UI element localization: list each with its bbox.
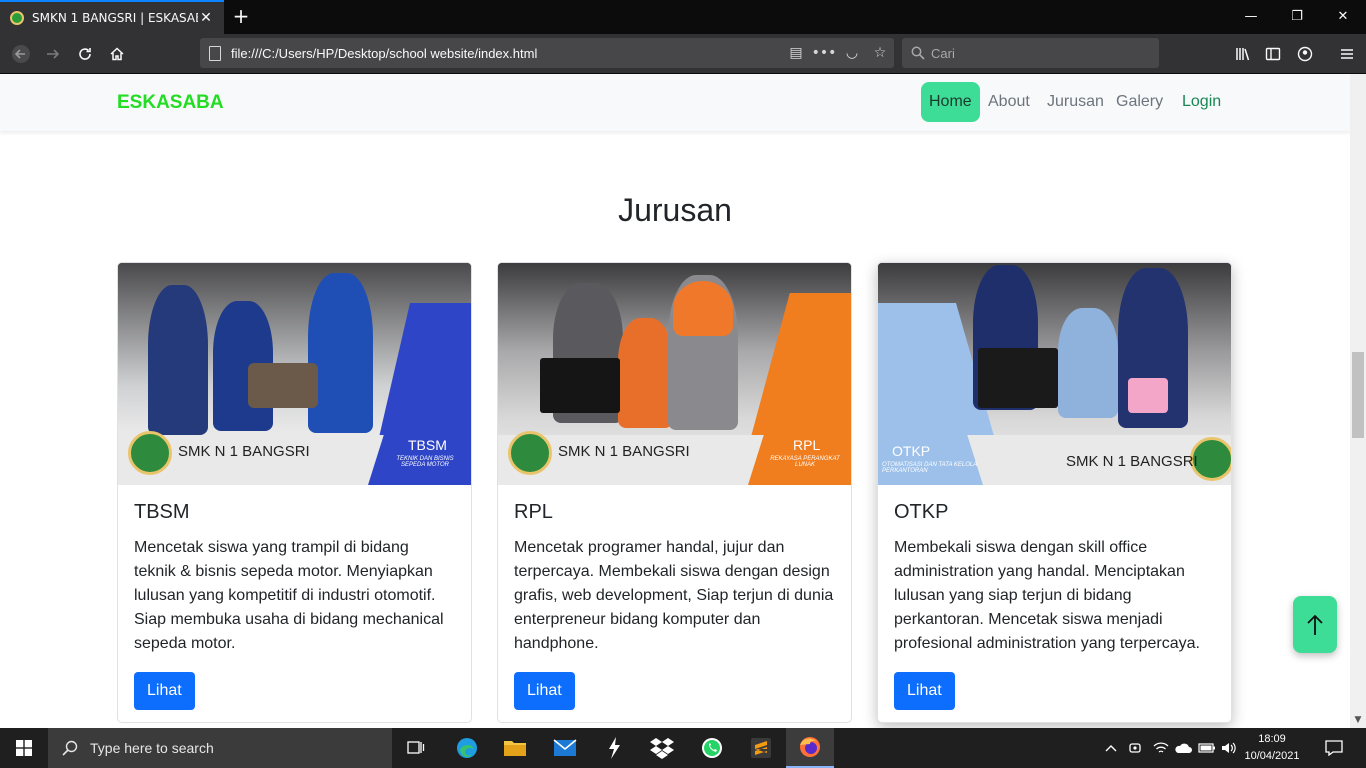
account-icon[interactable]	[1290, 39, 1320, 69]
windows-taskbar: Type here to search 18:09 10/04/2021	[0, 728, 1366, 768]
lihat-button-rpl[interactable]: Lihat	[514, 672, 575, 710]
home-icon[interactable]	[102, 39, 132, 69]
file-explorer-icon[interactable]	[491, 728, 539, 768]
task-view-icon[interactable]	[392, 728, 440, 768]
onedrive-icon[interactable]	[1172, 728, 1194, 768]
card-image-tbsm: SMK N 1 BANGSRI TBSM TEKNIK DAN BISNIS S…	[118, 263, 471, 485]
menu-icon[interactable]	[1332, 39, 1362, 69]
tab-title: SMKN 1 BANGSRI | ESKASABA	[32, 11, 198, 25]
dropbox-icon[interactable]	[638, 728, 686, 768]
edge-browser-icon[interactable]	[443, 728, 491, 768]
page-viewport: ESKASABA Home About Jurusan Galery Login…	[0, 74, 1350, 728]
card-text: Membekali siswa dengan skill office admi…	[894, 539, 1200, 652]
image-dept-code: RPL	[793, 437, 821, 453]
image-school-name: SMK N 1 BANGSRI	[178, 443, 310, 460]
browser-tab[interactable]: SMKN 1 BANGSRI | ESKASABA ✕	[0, 0, 224, 34]
scroll-down-arrow-icon[interactable]: ▼	[1350, 712, 1366, 728]
card-text: Mencetak programer handal, jujur dan ter…	[514, 539, 834, 652]
card-otkp: SMK N 1 BANGSRI OTKP OTOMATISASI DAN TAT…	[877, 262, 1232, 723]
sidebar-icon[interactable]	[1258, 39, 1288, 69]
card-text: Mencetak siswa yang trampil di bidang te…	[134, 539, 444, 652]
close-tab-icon[interactable]: ✕	[198, 10, 214, 26]
search-placeholder: Cari	[931, 45, 955, 61]
sublime-text-icon[interactable]	[737, 728, 785, 768]
browser-toolbar: file:///C:/Users/HP/Desktop/school websi…	[0, 34, 1366, 74]
address-bar[interactable]: file:///C:/Users/HP/Desktop/school websi…	[200, 38, 894, 68]
image-school-name: SMK N 1 BANGSRI	[1066, 453, 1198, 470]
login-link[interactable]: Login	[1182, 82, 1221, 122]
card-title: RPL	[514, 501, 553, 523]
restore-window-icon[interactable]: ❐	[1274, 0, 1320, 34]
volume-icon[interactable]	[1218, 728, 1240, 768]
card-image-rpl: SMK N 1 BANGSRI RPL REKAYASA PERANGKAT L…	[498, 263, 851, 485]
nav-link-about[interactable]: About	[980, 82, 1038, 122]
mail-icon[interactable]	[541, 728, 589, 768]
new-tab-icon[interactable]: +	[230, 4, 252, 28]
site-favicon-icon	[10, 11, 24, 25]
bookmark-star-icon[interactable]: ☆	[866, 45, 894, 61]
close-window-icon[interactable]: ✕	[1320, 0, 1366, 34]
search-icon	[911, 46, 925, 60]
card-tbsm: SMK N 1 BANGSRI TBSM TEKNIK DAN BISNIS S…	[117, 262, 472, 723]
nav-link-home[interactable]: Home	[921, 82, 980, 122]
bolt-app-icon[interactable]	[590, 728, 638, 768]
card-image-otkp: SMK N 1 BANGSRI OTKP OTOMATISASI DAN TAT…	[878, 263, 1231, 485]
card-title: TBSM	[134, 501, 190, 523]
search-icon	[62, 740, 78, 756]
browser-tab-bar: SMKN 1 BANGSRI | ESKASABA ✕ + — ❐ ✕	[0, 0, 1366, 34]
card-title: OTKP	[894, 501, 949, 523]
firefox-icon[interactable]	[786, 728, 834, 768]
school-logo-icon	[128, 431, 172, 475]
whatsapp-icon[interactable]	[688, 728, 736, 768]
arrow-up-icon	[1307, 614, 1323, 635]
notifications-icon[interactable]	[1318, 728, 1350, 768]
lihat-button-otkp[interactable]: Lihat	[894, 672, 955, 710]
minimize-window-icon[interactable]: —	[1228, 0, 1274, 34]
image-dept-code: TBSM	[408, 437, 447, 453]
url-text[interactable]: file:///C:/Users/HP/Desktop/school websi…	[231, 46, 782, 61]
site-navbar: ESKASABA Home About Jurusan Galery Login	[0, 74, 1350, 131]
image-dept-code: OTKP	[892, 443, 931, 459]
taskbar-clock[interactable]: 18:09 10/04/2021	[1240, 731, 1304, 765]
nav-link-galery[interactable]: Galery	[1108, 82, 1171, 122]
pocket-icon[interactable]: ◡	[838, 45, 866, 61]
page-actions-icon[interactable]: •••	[810, 45, 838, 61]
clock-time: 18:09	[1258, 733, 1286, 745]
forward-icon[interactable]	[38, 39, 68, 69]
school-logo-icon	[508, 431, 552, 475]
windows-logo-icon	[16, 740, 32, 756]
image-dept-subtitle: OTOMATISASI DAN TATA KELOLA PERKANTORAN	[882, 462, 978, 474]
image-school-name: SMK N 1 BANGSRI	[558, 443, 690, 460]
search-bar[interactable]: Cari	[902, 38, 1159, 68]
section-title: Jurusan	[618, 192, 732, 228]
show-hidden-icons-icon[interactable]	[1100, 728, 1122, 768]
battery-icon[interactable]	[1196, 728, 1218, 768]
start-button[interactable]	[0, 728, 48, 768]
wifi-icon[interactable]	[1150, 728, 1172, 768]
scrollbar-thumb[interactable]	[1352, 352, 1364, 438]
library-icon[interactable]	[1228, 39, 1258, 69]
reader-view-icon[interactable]: ▤	[782, 45, 810, 61]
back-icon[interactable]	[6, 39, 36, 69]
image-dept-subtitle: REKAYASA PERANGKAT LUNAK	[770, 456, 840, 468]
taskbar-search-placeholder: Type here to search	[90, 740, 214, 756]
lihat-button-tbsm[interactable]: Lihat	[134, 672, 195, 710]
card-rpl: SMK N 1 BANGSRI RPL REKAYASA PERANGKAT L…	[497, 262, 852, 723]
page-icon	[209, 45, 221, 61]
nav-link-jurusan[interactable]: Jurusan	[1039, 82, 1112, 122]
back-to-top-button[interactable]	[1293, 596, 1337, 653]
clock-date: 10/04/2021	[1244, 750, 1300, 762]
image-dept-subtitle: TEKNIK DAN BISNIS SEPEDA MOTOR	[396, 456, 454, 468]
brand-logo[interactable]: ESKASABA	[117, 92, 224, 114]
reload-icon[interactable]	[70, 39, 100, 69]
taskbar-search-box[interactable]: Type here to search	[48, 728, 392, 768]
location-tray-icon[interactable]	[1124, 728, 1146, 768]
